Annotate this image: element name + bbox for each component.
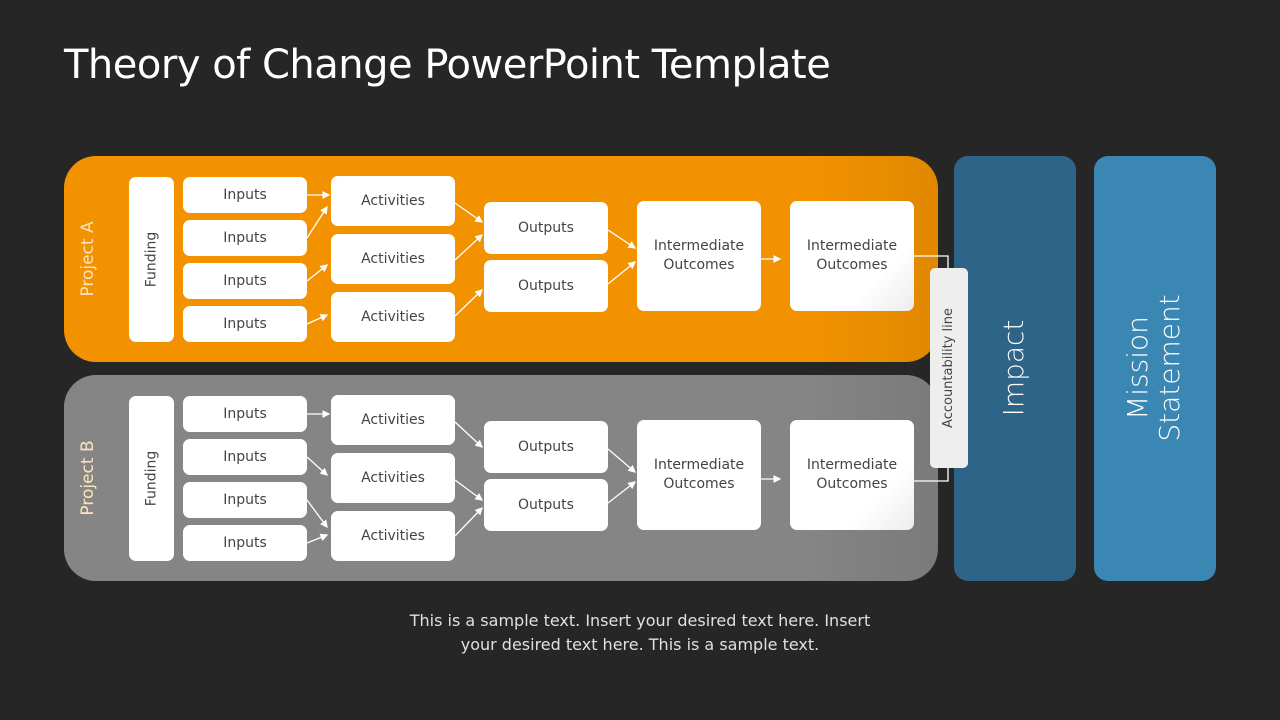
caption-text: This is a sample text. Insert your desir… xyxy=(409,611,871,654)
arrow xyxy=(306,314,329,325)
arrow xyxy=(454,289,483,317)
arrow xyxy=(454,507,483,537)
arrow xyxy=(306,205,328,239)
accountability-connector xyxy=(914,468,949,482)
arrow xyxy=(454,202,484,223)
accountability-line-box: Accountability line xyxy=(930,268,968,468)
arrow xyxy=(607,481,637,504)
arrow xyxy=(454,479,484,501)
arrow xyxy=(306,533,329,544)
arrow xyxy=(306,264,329,282)
arrow xyxy=(607,448,636,473)
arrow xyxy=(454,234,483,261)
arrow xyxy=(306,499,328,529)
arrow xyxy=(607,229,637,249)
arrow xyxy=(607,261,637,285)
arrow xyxy=(306,456,328,476)
accountability-connector xyxy=(914,255,949,268)
accountability-line-label: Accountability line xyxy=(941,308,956,428)
arrow xyxy=(454,421,483,448)
